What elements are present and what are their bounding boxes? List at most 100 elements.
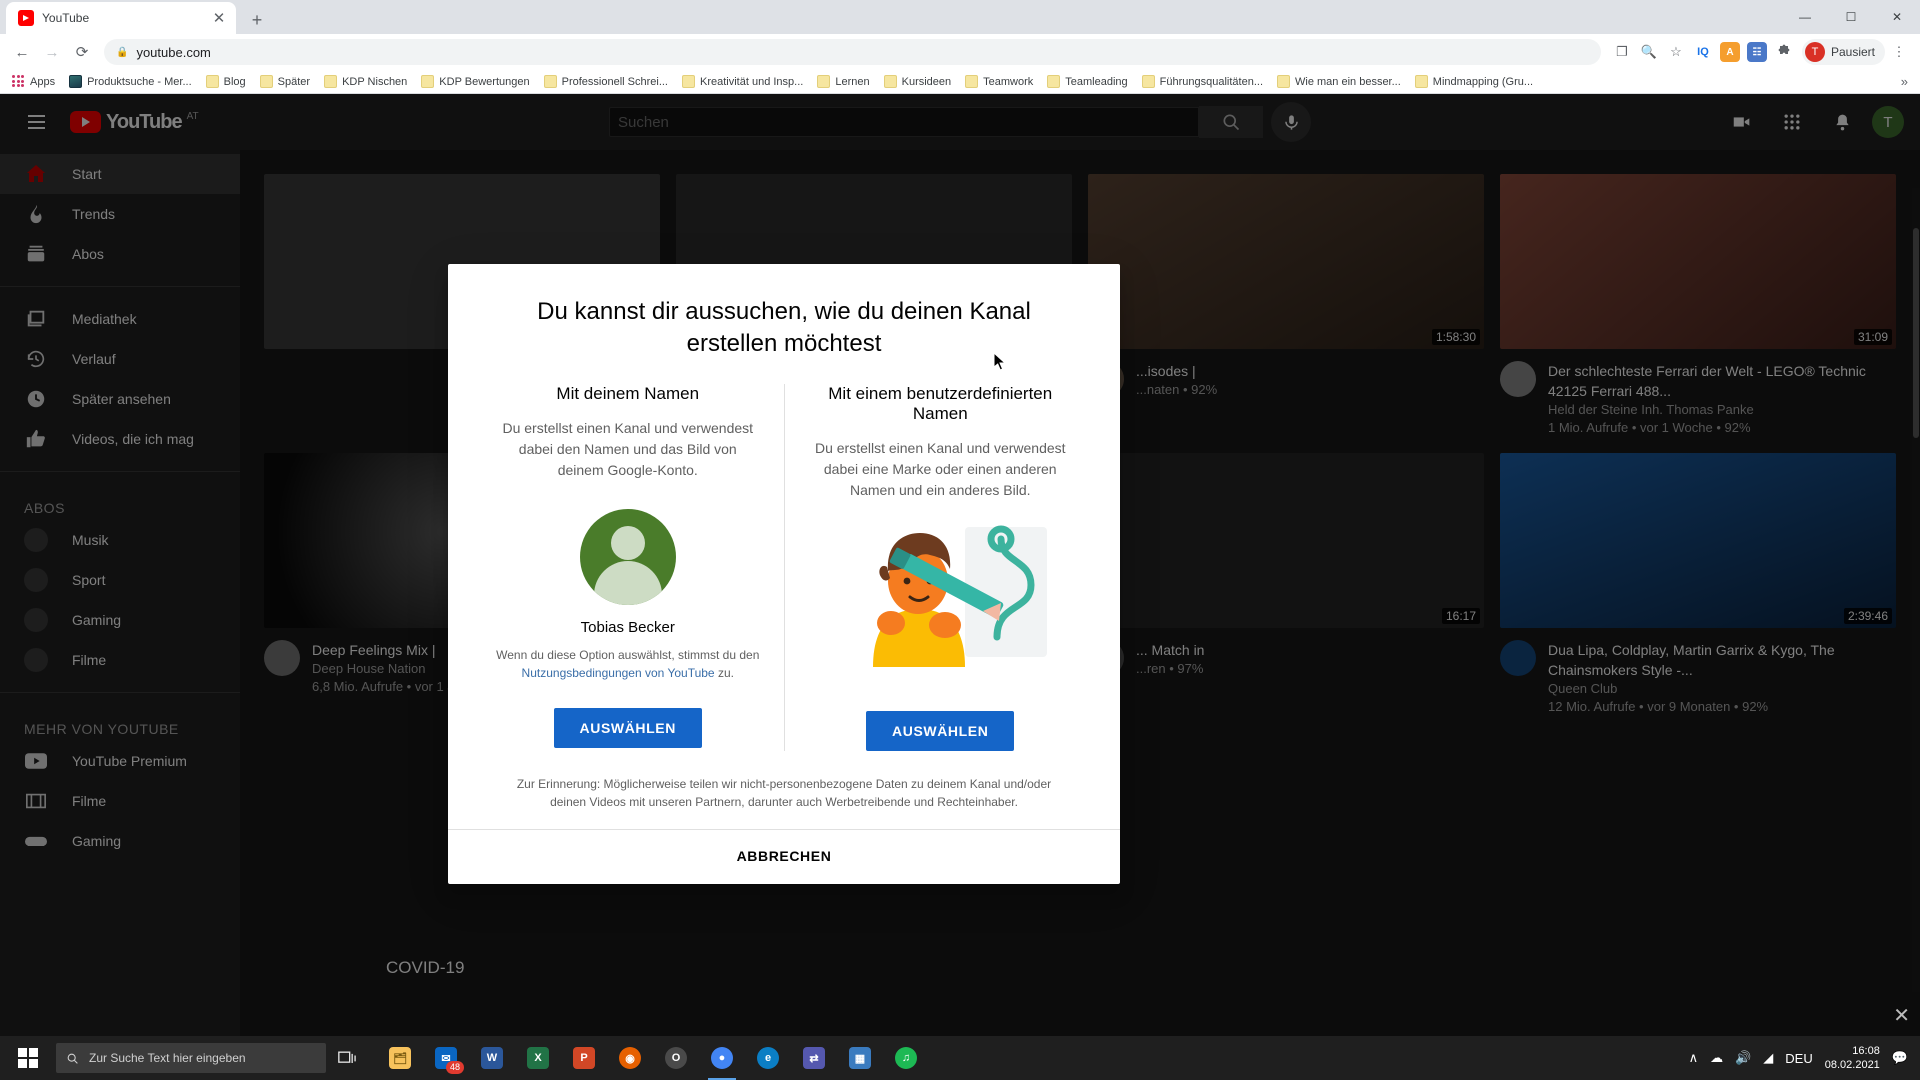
new-tab-button[interactable]: + [244, 11, 270, 29]
notifications-icon[interactable]: 💬 [1892, 1050, 1908, 1066]
folder-icon [817, 75, 831, 88]
clock[interactable]: 16:08 08.02.2021 [1825, 1044, 1880, 1072]
bookmark-label: Lernen [835, 75, 870, 88]
task-view-icon[interactable] [326, 1036, 370, 1080]
taskbar-app-edge[interactable]: e [746, 1036, 790, 1080]
bookmarks-bar: Apps Produktsuche - Mer... Blog Später K… [0, 70, 1920, 94]
onedrive-icon[interactable]: ☁ [1710, 1050, 1723, 1066]
system-tray: ∧ ☁ 🔊 ◢ DEU 16:08 08.02.2021 💬 [1689, 1044, 1916, 1072]
bookmark-fuehrungsqualitaeten[interactable]: Führungsqualitäten... [1136, 73, 1269, 90]
option-description: Du erstellst einen Kanal und verwendest … [502, 420, 754, 478]
back-icon[interactable]: ← [8, 38, 36, 66]
bookmarks-overflow-icon[interactable]: » [1895, 74, 1914, 89]
clock-date: 08.02.2021 [1824, 1059, 1880, 1071]
browser-toolbar: ← → ⟳ 🔒 youtube.com ❐ 🔍 ☆ IQ A ☷ T Pausi… [0, 34, 1920, 70]
bookmark-teamwork[interactable]: Teamwork [959, 73, 1039, 90]
word-icon: W [481, 1047, 503, 1069]
language-indicator[interactable]: DEU [1785, 1051, 1812, 1066]
taskbar-apps: 🗂 ✉ 48 W X P ◉ O ● e ⇄ ▦ ♫ [378, 1036, 928, 1080]
bookmark-lernen[interactable]: Lernen [811, 73, 875, 90]
cancel-button-label: ABBRECHEN [736, 848, 832, 864]
chevron-up-icon[interactable]: ∧ [1689, 1050, 1699, 1066]
browser-chrome: YouTube ✕ + — ☐ ✕ ← → ⟳ 🔒 youtube.com ❐ … [0, 0, 1920, 94]
close-icon[interactable]: ✕ [210, 11, 228, 26]
orange-badge: A [1719, 42, 1740, 62]
reload-icon[interactable]: ⟳ [68, 38, 96, 66]
chrome-menu-icon[interactable]: ⋮ [1886, 39, 1912, 65]
zoom-icon[interactable]: 🔍 [1636, 39, 1662, 65]
mail-unread-count: 48 [445, 1061, 464, 1074]
dialog-options: Mit deinem Namen Du erstellst einen Kana… [448, 384, 1120, 751]
taskbar-app-spotify[interactable]: ♫ [884, 1036, 928, 1080]
folder-icon [1414, 75, 1428, 88]
folder-icon [259, 75, 273, 88]
bookmark-apps[interactable]: Apps [6, 73, 61, 90]
bookmark-label: Später [277, 75, 311, 88]
close-window-icon[interactable]: ✕ [1874, 0, 1920, 34]
terms-notice: Wenn du diese Option auswählst, stimmst … [494, 646, 762, 682]
taskbar-app-photos[interactable]: ▦ [838, 1036, 882, 1080]
select-custom-name-button[interactable]: AUSWÄHLEN [866, 711, 1015, 751]
avatar-head-shape [610, 526, 645, 560]
orange-extension-icon[interactable]: A [1717, 39, 1743, 65]
bookmark-produktsuche[interactable]: Produktsuche - Mer... [63, 73, 198, 90]
select-own-name-button[interactable]: AUSWÄHLEN [553, 708, 702, 748]
forward-icon[interactable]: → [38, 38, 66, 66]
youtube-page: YouTube AT Suchen [0, 94, 1920, 1036]
taskbar-app-mail[interactable]: ✉ 48 [424, 1036, 468, 1080]
option-description: Du erstellst einen Kanal und verwendest … [814, 440, 1066, 498]
taskbar-app-excel[interactable]: X [516, 1036, 560, 1080]
bookmark-label: Mindmapping (Gru... [1432, 75, 1534, 88]
profile-chip[interactable]: T Pausiert [1801, 39, 1885, 65]
folder-icon [421, 75, 435, 88]
cast-icon[interactable]: ❐ [1609, 39, 1635, 65]
address-bar[interactable]: 🔒 youtube.com [104, 39, 1601, 65]
folder-icon [543, 75, 557, 88]
minimize-icon[interactable]: — [1782, 0, 1828, 34]
taskbar-app-opera[interactable]: O [654, 1036, 698, 1080]
iq-extension-icon[interactable]: IQ [1690, 39, 1716, 65]
taskbar-app-teams[interactable]: ⇄ [792, 1036, 836, 1080]
dialog-title: Du kannst dir aussuchen, wie du deinen K… [537, 298, 1031, 357]
file-explorer-icon: 🗂 [389, 1047, 411, 1069]
folder-icon [682, 75, 695, 88]
avatar-body-shape [593, 561, 662, 605]
taskbar-search-input[interactable]: Zur Suche Text hier eingeben [56, 1043, 326, 1073]
taskbar-app-word[interactable]: W [470, 1036, 514, 1080]
bookmark-spaeter[interactable]: Später [254, 73, 316, 90]
close-overlay-icon[interactable]: ✕ [1893, 1003, 1910, 1028]
option-custom-name: Mit einem benutzerdefinierten Namen Du e… [785, 384, 1097, 751]
bookmark-kdp-bewertungen[interactable]: KDP Bewertungen [415, 73, 535, 90]
volume-icon[interactable]: 🔊 [1735, 1050, 1751, 1066]
puzzle-icon[interactable] [1771, 39, 1797, 65]
taskbar-app-powerpoint[interactable]: P [562, 1036, 606, 1080]
bookmark-professionell-schreiben[interactable]: Professionell Schrei... [538, 73, 674, 90]
taskbar-app-chrome[interactable]: ● [700, 1036, 744, 1080]
bookmark-label: Führungsqualitäten... [1159, 75, 1264, 88]
bookmark-blog[interactable]: Blog [200, 73, 252, 90]
tab-youtube[interactable]: YouTube ✕ [6, 2, 236, 34]
bookmark-kdp-nischen[interactable]: KDP Nischen [318, 73, 413, 90]
terms-link[interactable]: Nutzungsbedingungen von YouTube [522, 666, 715, 680]
bookmark-star-icon[interactable]: ☆ [1663, 39, 1689, 65]
bookmark-label: Teamwork [983, 75, 1034, 88]
bookmark-label: Produktsuche - Mer... [87, 75, 192, 88]
cancel-button[interactable]: ABBRECHEN [448, 829, 1120, 884]
option-heading: Mit einem benutzerdefinierten Namen [828, 384, 1053, 423]
option-own-name: Mit deinem Namen Du erstellst einen Kana… [472, 384, 785, 751]
bookmark-mindmapping[interactable]: Mindmapping (Gru... [1409, 73, 1539, 90]
bookmark-wie-man-ein-besserer[interactable]: Wie man ein besser... [1271, 73, 1407, 90]
profile-status-label: Pausiert [1830, 45, 1875, 59]
bookmark-teamleading[interactable]: Teamleading [1041, 73, 1133, 90]
terms-suffix: zu. [714, 666, 734, 680]
lock-icon: 🔒 [116, 46, 129, 58]
bookmark-kursideen[interactable]: Kursideen [878, 73, 958, 90]
bookmark-kreativitaet[interactable]: Kreativität und Insp... [676, 73, 809, 90]
maximize-icon[interactable]: ☐ [1828, 0, 1874, 34]
start-button[interactable] [4, 1036, 52, 1080]
taskbar-app-firefox[interactable]: ◉ [608, 1036, 652, 1080]
network-icon[interactable]: ◢ [1763, 1050, 1773, 1066]
grid-extension-icon[interactable]: ☷ [1744, 39, 1770, 65]
taskbar-app-file-explorer[interactable]: 🗂 [378, 1036, 422, 1080]
folder-icon [324, 75, 338, 88]
